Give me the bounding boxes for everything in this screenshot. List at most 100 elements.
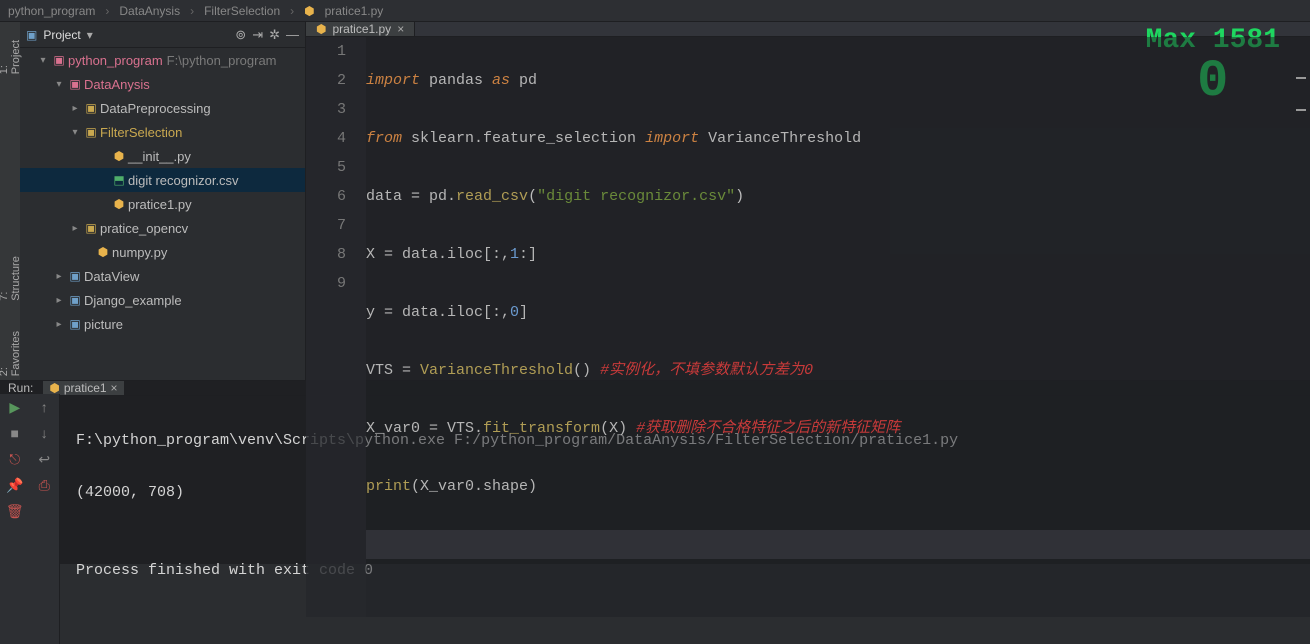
code-line[interactable]: X_var0 = VTS.fit_transform(X) #获取删除不合格特征… [366,414,1310,443]
run-icon[interactable]: ▶ [9,399,20,416]
breadcrumb-item[interactable]: pratice1.py [325,4,384,18]
chevron-down-icon: ▾ [68,127,82,138]
breadcrumb-bar: python_program › DataAnysis › FilterSele… [0,0,1310,22]
panel-title: Project [43,28,80,42]
breadcrumb-item[interactable]: DataAnysis [119,4,180,18]
line-number: 7 [306,211,346,240]
project-panel-header: ▣ Project ▾ ⊚ ⇥ ✲ — [20,22,305,48]
stop-icon[interactable]: ■ [11,425,19,441]
trash-icon[interactable]: 🗑 [6,503,24,520]
tree-folder-filterselection[interactable]: ▾ ▣ FilterSelection [20,120,305,144]
python-file-icon: ⬢ [316,22,326,36]
tree-label: pratice1.py [128,197,192,212]
tree-folder-picture[interactable]: ▸ ▣ picture [20,312,305,336]
python-file-icon: ⬢ [110,197,128,211]
line-number: 5 [306,153,346,182]
tool-tab-favorites[interactable]: 2: Favorites [0,325,22,380]
project-tree[interactable]: ▾ ▣ python_program F:\python_program ▾ ▣… [20,48,305,380]
tree-folder-dataview[interactable]: ▸ ▣ DataView [20,264,305,288]
code-line[interactable]: import pandas as pd [366,66,1310,95]
chevron-right-icon: ▸ [52,295,66,306]
gear-icon[interactable]: ✲ [269,27,280,43]
line-number: 2 [306,66,346,95]
python-file-icon: ⬢ [304,4,314,18]
folder-icon: ▣ [82,221,100,235]
folder-icon: ▣ [66,269,84,283]
chevron-down-icon: ▾ [36,55,50,66]
chevron-right-icon: ▸ [52,271,66,282]
run-tab[interactable]: ⬢ pratice1 × [43,381,123,395]
tree-label: digit recognizor.csv [128,173,239,188]
code-body[interactable]: import pandas as pd from sklearn.feature… [366,37,1310,617]
close-icon[interactable]: × [111,381,118,395]
tree-folder-django[interactable]: ▸ ▣ Django_example [20,288,305,312]
chevron-right-icon: › [105,4,109,18]
wrap-icon[interactable]: ↩ [38,451,50,468]
tree-label: picture [84,317,123,332]
chevron-right-icon: › [190,4,194,18]
folder-icon: ▣ [26,28,37,42]
breadcrumb-item[interactable]: FilterSelection [204,4,280,18]
run-label: Run: [8,381,33,395]
code-line[interactable]: from sklearn.feature_selection import Va… [366,124,1310,153]
mark-icon [1296,109,1306,111]
tree-path: F:\python_program [167,53,277,68]
tree-label: DataView [84,269,139,284]
scroll-down-icon[interactable]: ↓ [41,425,48,441]
tree-file-csv[interactable]: ⬒ digit recognizor.csv [20,168,305,192]
line-number: 1 [306,37,346,66]
tree-root[interactable]: ▾ ▣ python_program F:\python_program [20,48,305,72]
editor-area: ⬢ pratice1.py × Max 1581 0 1 2 3 4 5 6 7… [306,22,1310,380]
tree-file-init[interactable]: ⬢ __init__.py [20,144,305,168]
pin-icon[interactable]: 📌 [6,477,23,494]
csv-file-icon: ⬒ [110,173,128,187]
line-number: 9 [306,269,346,298]
folder-icon: ▣ [82,125,100,139]
scroll-marks [1296,77,1306,141]
tree-label: DataPreprocessing [100,101,211,116]
chevron-right-icon: ▸ [52,319,66,330]
close-icon[interactable]: × [397,22,404,36]
tree-folder-opencv[interactable]: ▸ ▣ pratice_opencv [20,216,305,240]
print-icon[interactable]: ⎙ [39,477,50,494]
python-file-icon: ⬢ [110,149,128,163]
tree-file-numpy[interactable]: ⬢ numpy.py [20,240,305,264]
code-line[interactable] [366,530,1310,559]
tree-folder-dataanysis[interactable]: ▾ ▣ DataAnysis [20,72,305,96]
gutter: 1 2 3 4 5 6 7 8 9 [306,37,366,617]
folder-icon: ▣ [66,317,84,331]
run-tab-name: pratice1 [64,381,107,395]
target-icon[interactable]: ⊚ [235,27,246,43]
line-number: 8 [306,240,346,269]
code-line[interactable]: X = data.iloc[:,1:] [366,240,1310,269]
tree-folder-preprocessing[interactable]: ▸ ▣ DataPreprocessing [20,96,305,120]
code-line[interactable]: data = pd.read_csv("digit recognizor.csv… [366,182,1310,211]
run-toolbar: ▶ ↑ ■ ↓ ⎋ ↩ 📌 ⎙ 🗑 [0,394,60,644]
line-number: 4 [306,124,346,153]
tool-tab-project[interactable]: 1: Project [0,32,22,78]
python-file-icon: ⬢ [49,381,59,395]
project-panel: ▣ Project ▾ ⊚ ⇥ ✲ — ▾ ▣ python_program F… [20,22,306,380]
chevron-down-icon: ▾ [52,79,66,90]
tree-file-pratice1[interactable]: ⬢ pratice1.py [20,192,305,216]
collapse-icon[interactable]: ⇥ [252,27,263,43]
left-tool-strip: 1: Project 7: Structure 2: Favorites [0,22,20,380]
tree-label: __init__.py [128,149,191,164]
code-line[interactable]: y = data.iloc[:,0] [366,298,1310,327]
breadcrumb-item[interactable]: python_program [8,4,95,18]
tree-label: numpy.py [112,245,167,260]
code-line[interactable]: print(X_var0.shape) [366,472,1310,501]
code-editor[interactable]: 1 2 3 4 5 6 7 8 9 import pandas as pd fr… [306,37,1310,617]
tool-tab-structure[interactable]: 7: Structure [0,250,22,305]
exit-icon[interactable]: ⎋ [9,451,20,468]
scroll-up-icon[interactable]: ↑ [41,399,48,415]
tree-label: DataAnysis [84,77,150,92]
editor-tab[interactable]: ⬢ pratice1.py × [306,22,415,36]
folder-icon: ▣ [50,53,68,67]
dropdown-arrow-icon[interactable]: ▾ [87,28,93,42]
code-line[interactable]: VTS = VarianceThreshold() #实例化，不填参数默认方差为… [366,356,1310,385]
tree-label: pratice_opencv [100,221,188,236]
folder-icon: ▣ [66,77,84,91]
mark-icon [1296,77,1306,79]
hide-icon[interactable]: — [286,27,299,42]
